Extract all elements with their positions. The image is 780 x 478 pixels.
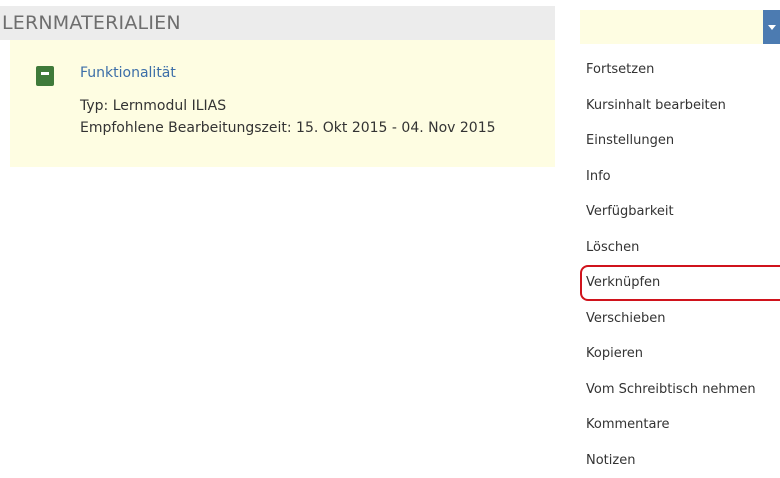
menu-item-loeschen[interactable]: Löschen [580,230,780,266]
menu-item-einstellungen[interactable]: Einstellungen [580,123,780,159]
chevron-down-icon[interactable] [763,10,780,44]
learning-module-icon [36,66,54,86]
item-recommended-time: Empfohlene Bearbeitungszeit: 15. Okt 201… [80,120,496,136]
menu-item-kursinhalt-bearbeiten[interactable]: Kursinhalt bearbeiten [580,88,780,124]
actions-menu: Fortsetzen Kursinhalt bearbeiten Einstel… [580,52,780,478]
learning-material-item: Funktionalität Typ: Lernmodul ILIAS Empf… [10,40,555,167]
menu-item-verfuegbarkeit[interactable]: Verfügbarkeit [580,194,780,230]
menu-item-info[interactable]: Info [580,159,780,195]
menu-item-kommentare[interactable]: Kommentare [580,407,780,443]
menu-item-kopieren[interactable]: Kopieren [580,336,780,372]
menu-item-notizen[interactable]: Notizen [580,443,780,478]
item-title-link[interactable]: Funktionalität [80,65,176,81]
section-header: LERNMATERIALIEN [0,6,555,40]
section-title: LERNMATERIALIEN [2,12,181,34]
menu-item-fortsetzen[interactable]: Fortsetzen [580,52,780,88]
menu-item-vom-schreibtisch-nehmen[interactable]: Vom Schreibtisch nehmen [580,372,780,408]
item-type: Typ: Lernmodul ILIAS [80,98,227,114]
menu-item-verknuepfen[interactable]: Verknüpfen [580,265,780,301]
actions-dropdown-toggle[interactable] [580,10,780,44]
menu-item-verschieben[interactable]: Verschieben [580,301,780,337]
